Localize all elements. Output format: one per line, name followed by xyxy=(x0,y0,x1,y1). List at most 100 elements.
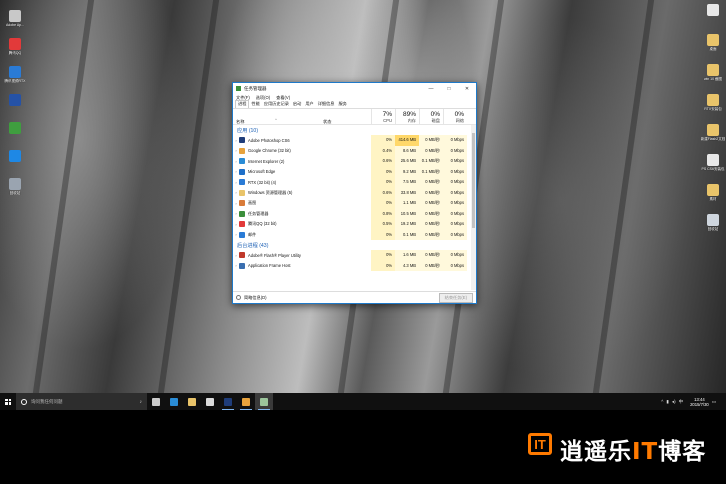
process-memory: 7.5 MB xyxy=(395,177,419,188)
process-network: 0 Mbps xyxy=(443,260,467,271)
process-cpu: 0.8% xyxy=(371,208,395,219)
tab-performance[interactable]: 性能 xyxy=(249,101,261,108)
process-disk: 0 MB/秒 xyxy=(419,219,443,230)
maximize-button[interactable]: □ xyxy=(440,86,458,92)
process-network: 0 Mbps xyxy=(443,187,467,198)
process-row[interactable]: › 画图 0% 1.1 MB 0 MB/秒 0 Mbps xyxy=(233,198,476,209)
taskbar-app-file-explorer[interactable] xyxy=(183,393,201,410)
desktop-icon-glyph xyxy=(9,94,21,106)
process-row[interactable]: › Windows 资源管理器 (5) 0.6% 33.8 MB 0 MB/秒 0 Mbp… xyxy=(233,187,476,198)
process-cpu: 0% xyxy=(371,229,395,240)
network-icon[interactable]: ▮ xyxy=(666,399,668,405)
process-memory: 25.6 MB xyxy=(395,156,419,167)
process-row[interactable]: › Adobe® Flash® Player Utility 0% 1.6 MB 0 M… xyxy=(233,250,476,261)
process-row[interactable]: › RTX (32 bit) (4) 0% 7.5 MB 0 MB/秒 0 Mbps xyxy=(233,177,476,188)
desktop-icon[interactable]: Adobe Ap... xyxy=(2,10,28,27)
process-row[interactable]: › Microsoft Edge 0% 9.2 MB 0.1 MB/秒 0 Mbps xyxy=(233,166,476,177)
desktop-icon[interactable]: win 10 截图 xyxy=(700,64,726,81)
process-icon xyxy=(239,221,245,228)
taskbar-app-photoshop[interactable] xyxy=(219,393,237,410)
desktop-icon[interactable]: 回收站 xyxy=(700,214,726,231)
taskbar-app-chrome[interactable] xyxy=(237,393,255,410)
start-button[interactable] xyxy=(0,393,16,410)
photoshop-icon xyxy=(224,397,232,406)
process-row[interactable]: › 邮件 0% 0.1 MB 0 MB/秒 0 Mbps xyxy=(233,229,476,240)
tab-users[interactable]: 用户 xyxy=(303,101,315,108)
brand-name: 逍遥乐IT博客 xyxy=(560,432,706,466)
desktop-icon[interactable]: 腾讯视频RTX xyxy=(2,66,28,83)
menu-view[interactable]: 查看(V) xyxy=(276,95,290,101)
desktop-icon[interactable] xyxy=(700,4,726,17)
desktop-icon[interactable]: PS CS6安装包 xyxy=(700,154,726,171)
process-network: 0 Mbps xyxy=(443,135,467,146)
process-network: 0 Mbps xyxy=(443,229,467,240)
process-row[interactable]: › Internet Explorer (2) 0.6% 25.6 MB 0.1 MB/… xyxy=(233,156,476,167)
process-network: 0 Mbps xyxy=(443,208,467,219)
vertical-scrollbar[interactable] xyxy=(471,125,476,290)
notifications-icon[interactable]: ▭ xyxy=(712,399,716,405)
wallpaper-streak xyxy=(29,0,97,393)
scrollbar-thumb[interactable] xyxy=(472,133,475,228)
menu-options[interactable]: 选项(O) xyxy=(256,95,270,101)
close-button[interactable]: ✕ xyxy=(458,86,476,92)
wallpaper-streak xyxy=(154,0,222,393)
desktop-icon[interactable]: RTX安装包 xyxy=(700,94,726,111)
menu-bar: 文件(F) 选项(O) 查看(V) xyxy=(233,94,476,101)
fewer-details-link[interactable]: 简略信息(D) xyxy=(236,295,439,301)
process-row[interactable]: › Google Chrome (32 bit) 0.4% 8.6 MB 0 MB/秒 0… xyxy=(233,145,476,156)
desktop-icon-label: 桌面 xyxy=(709,47,717,51)
desktop-icon-glyph xyxy=(9,66,21,78)
clock[interactable]: 13:44 2015/7/30 xyxy=(686,397,709,407)
process-memory: 9.2 MB xyxy=(395,166,419,177)
microphone-icon[interactable]: ♪ xyxy=(140,399,148,405)
column-network[interactable]: 0% 网络 xyxy=(443,109,467,124)
tab-app-history[interactable]: 应用历史记录 xyxy=(262,101,291,108)
task-manager-icon xyxy=(236,86,241,91)
tab-services[interactable]: 服务 xyxy=(336,101,348,108)
chevron-up-icon[interactable]: ^ xyxy=(661,399,663,404)
process-row[interactable]: › Adobe Photoshop CS6 0% 414.6 MB 0 MB/秒 0 Mb… xyxy=(233,135,476,146)
desktop-icon-glyph xyxy=(707,34,719,46)
taskbar-app-store[interactable] xyxy=(201,393,219,410)
process-row[interactable]: › 腾讯QQ (32 bit) 0.5% 19.2 MB 0 MB/秒 0 Mbps xyxy=(233,219,476,230)
column-header: 名称 状态 7% CPU 89% 内存 0% 磁盘 0% 网络 xyxy=(233,109,476,125)
desktop-icon[interactable] xyxy=(2,94,28,107)
process-row[interactable]: › Application Frame Host 0% 4.3 MB 0 MB/秒 0 M… xyxy=(233,260,476,271)
process-name: 腾讯QQ (32 bit) xyxy=(248,221,277,227)
desktop-icon[interactable] xyxy=(2,150,28,163)
volume-icon[interactable]: ◂) xyxy=(672,399,676,405)
input-language[interactable]: 中 xyxy=(679,399,684,405)
title-bar[interactable]: 任务管理器 — □ ✕ xyxy=(233,83,476,94)
taskbar-app-taskmgr[interactable] xyxy=(255,393,273,410)
process-icon xyxy=(239,231,245,238)
wallpaper-streak xyxy=(589,0,657,393)
desktop-icon[interactable]: 新建Flash2文档 xyxy=(700,124,726,141)
process-cpu: 0% xyxy=(371,177,395,188)
chevron-up-icon xyxy=(236,295,241,300)
column-status[interactable]: 状态 xyxy=(319,109,371,124)
taskbar-app-edge[interactable] xyxy=(165,393,183,410)
process-network: 0 Mbps xyxy=(443,198,467,209)
group-background[interactable]: 后台进程 (43) xyxy=(233,240,476,250)
group-apps[interactable]: 应用 (10) xyxy=(233,125,476,135)
desktop-icon[interactable]: 素材 xyxy=(700,184,726,201)
column-cpu[interactable]: 7% CPU xyxy=(371,109,395,124)
desktop-icon[interactable]: 腾讯QQ xyxy=(2,38,28,55)
process-name: Internet Explorer (2) xyxy=(248,158,285,164)
process-disk: 0 MB/秒 xyxy=(419,145,443,156)
process-row[interactable]: › 任务管理器 0.8% 10.5 MB 0 MB/秒 0 Mbps xyxy=(233,208,476,219)
minimize-button[interactable]: — xyxy=(422,86,440,92)
tab-startup[interactable]: 启动 xyxy=(291,101,303,108)
cortana-search-box[interactable]: 询问我任何问题 ♪ xyxy=(16,393,147,410)
end-task-button[interactable]: 结束任务(E) xyxy=(438,292,473,303)
taskbar-app-task-view[interactable] xyxy=(147,393,165,410)
column-disk[interactable]: 0% 磁盘 xyxy=(419,109,443,124)
brand-part1: 逍遥乐 xyxy=(560,439,632,465)
desktop-icon[interactable] xyxy=(2,122,28,135)
tab-details[interactable]: 详细信息 xyxy=(316,101,337,108)
tab-processes[interactable]: 进程 xyxy=(235,100,250,108)
task-manager-window[interactable]: 任务管理器 — □ ✕ 文件(F) 选项(O) 查看(V) 进程 性能 应用历史… xyxy=(232,82,477,304)
desktop-icon[interactable]: 桌面 xyxy=(700,34,726,51)
desktop-icon[interactable]: 回收站 xyxy=(2,178,28,195)
column-memory[interactable]: 89% 内存 xyxy=(395,109,419,124)
